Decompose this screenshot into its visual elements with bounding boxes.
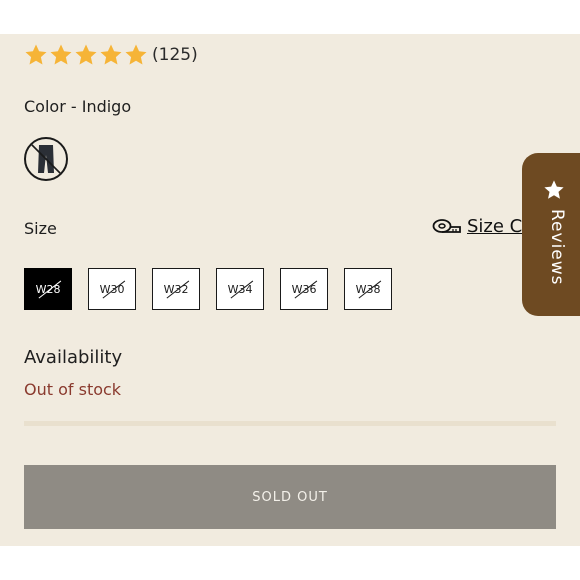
size-option-w38[interactable]: W38 <box>344 268 392 310</box>
color-label: Color - Indigo <box>24 97 132 116</box>
rating-stars <box>24 43 148 67</box>
size-option-w30[interactable]: W30 <box>88 268 136 310</box>
star-icon <box>100 44 122 65</box>
divider <box>24 421 556 426</box>
reviews-tab-label: Reviews <box>547 209 567 286</box>
color-swatch-indigo[interactable] <box>24 137 68 181</box>
availability-label: Availability <box>24 347 123 368</box>
stock-status: Out of stock <box>24 380 122 399</box>
star-icon <box>125 44 147 65</box>
size-label: Size <box>24 219 57 238</box>
size-option-w34[interactable]: W34 <box>216 268 264 310</box>
rating-count[interactable]: (125) <box>152 45 198 65</box>
star-icon <box>75 44 97 65</box>
reviews-tab[interactable]: Reviews <box>522 153 580 316</box>
measuring-tape-icon <box>432 218 461 233</box>
sold-out-button[interactable]: SOLD OUT <box>24 465 556 529</box>
size-option-w36[interactable]: W36 <box>280 268 328 310</box>
star-icon <box>25 44 47 65</box>
star-icon <box>50 44 72 65</box>
size-option-w32[interactable]: W32 <box>152 268 200 310</box>
size-options: W28 W30 W32 W34 W36 W38 <box>24 268 392 310</box>
rating-row[interactable]: (125) <box>24 43 198 67</box>
star-icon <box>544 180 564 199</box>
size-option-w28[interactable]: W28 <box>24 268 72 310</box>
pants-icon <box>29 142 63 176</box>
